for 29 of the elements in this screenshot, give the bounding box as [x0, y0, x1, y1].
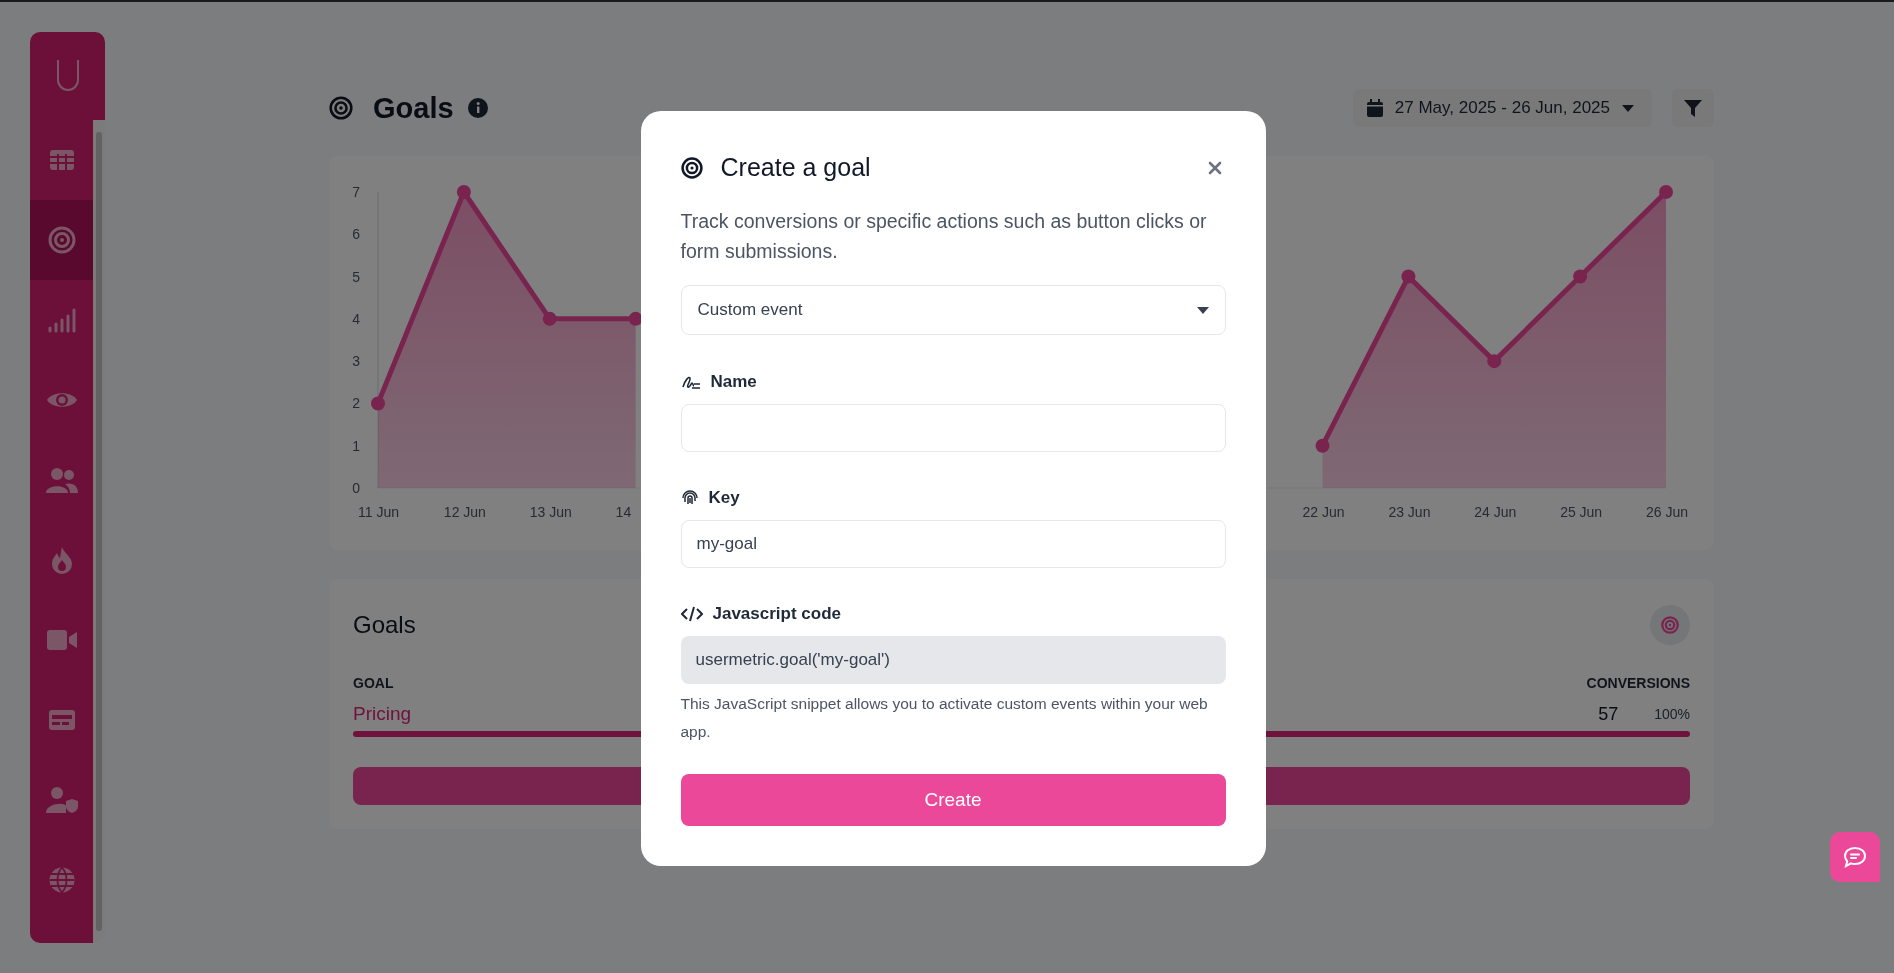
- x-axis-label: 22 Jun: [1302, 504, 1345, 520]
- dialog-title: Create a goal: [720, 153, 872, 182]
- y-axis-label: 7: [352, 184, 360, 200]
- x-axis-label: 12 Jun: [443, 504, 486, 520]
- column-header: CONVERSIONS: [1586, 675, 1690, 691]
- x-axis-label: 11 Jun: [358, 504, 399, 520]
- y-axis-label: 1: [352, 437, 360, 454]
- x-axis-label: 23 Jun: [1388, 504, 1431, 520]
- page-title: Goals: [373, 91, 454, 125]
- dialog-description: Track conversions or specific actions such as button clicks or form submissions.: [680, 209, 1208, 264]
- y-axis-label: 3: [352, 353, 360, 370]
- x-axis-label: 24 Jun: [1474, 504, 1517, 520]
- x-axis-label: 13 Jun: [529, 504, 572, 520]
- y-axis-label: 5: [352, 268, 360, 285]
- field-label: Name: [710, 372, 757, 392]
- column-header: GOAL: [353, 675, 394, 691]
- y-axis-label: 4: [352, 310, 360, 327]
- field-label: Javascript code: [712, 604, 841, 624]
- y-axis-label: 6: [352, 226, 360, 243]
- field-label: Key: [708, 488, 740, 508]
- y-axis-label: 2: [352, 395, 360, 412]
- conversion-percent: 100%: [1654, 706, 1690, 722]
- card-title: Goals: [353, 611, 416, 639]
- y-axis-label: 0: [352, 480, 360, 496]
- x-axis-label: 26 Jun: [1646, 504, 1689, 520]
- x-axis-label: 14: [615, 504, 632, 520]
- help-text: This JavaScript snippet allows you to activate custom events within your web app.: [680, 694, 1209, 742]
- conversions-count: 57: [1598, 703, 1619, 725]
- x-axis-label: 25 Jun: [1560, 504, 1603, 520]
